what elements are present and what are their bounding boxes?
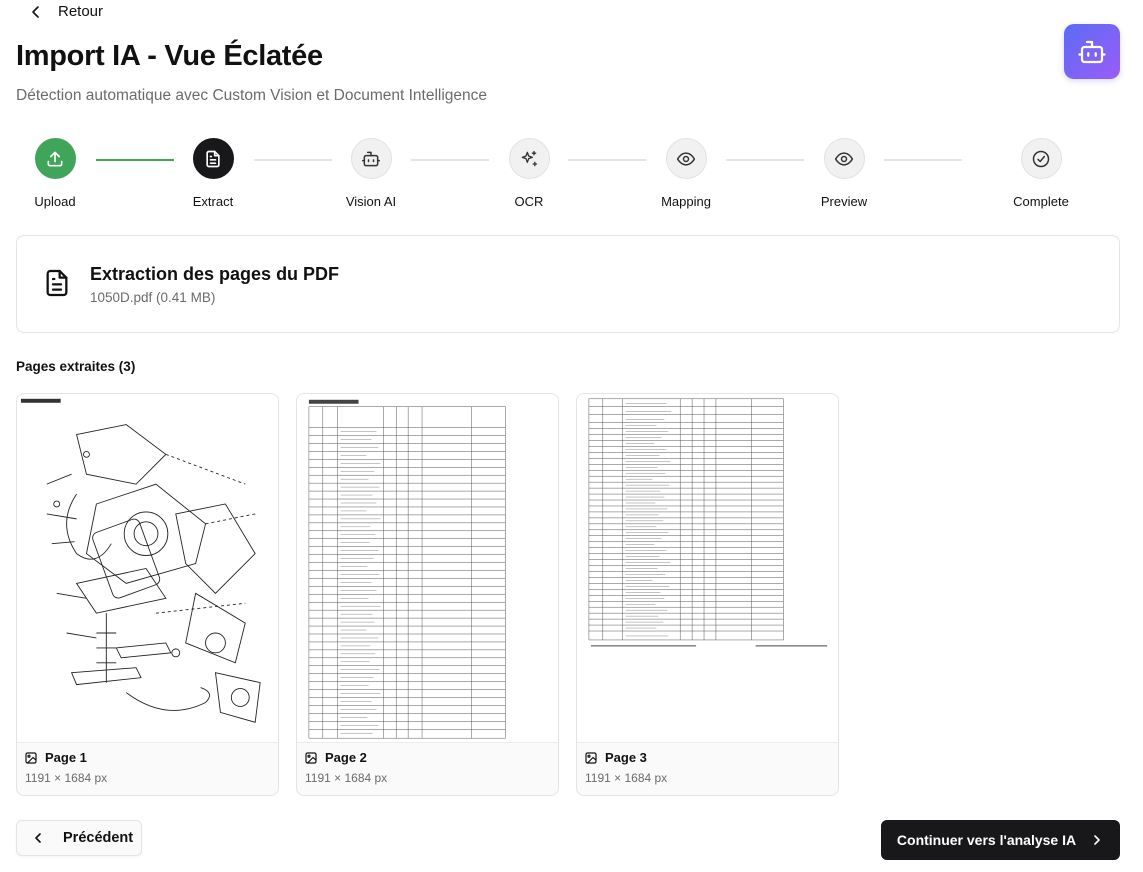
page-card[interactable]: Page 3 1191 × 1684 px <box>576 393 839 796</box>
eye-icon <box>834 151 854 166</box>
page-title: Import IA - Vue Éclatée <box>16 40 323 72</box>
step-circle <box>350 138 392 179</box>
page-name: Page 3 <box>585 750 647 765</box>
step-label: Upload <box>34 194 76 209</box>
previous-label: Précédent <box>63 830 134 846</box>
step-vision-ai[interactable]: Vision AI <box>316 138 426 209</box>
exploded-view-drawing <box>20 398 261 723</box>
chevron-left-icon <box>32 5 39 18</box>
step-upload[interactable]: Upload <box>0 138 110 209</box>
check-circle-icon <box>1032 150 1050 167</box>
step-label: Complete <box>1013 194 1069 209</box>
extraction-file: 1050D.pdf (0.41 MB) <box>90 290 216 305</box>
bot-icon <box>1078 40 1106 63</box>
page-label: Page 3 <box>605 750 647 765</box>
progress-stepper: Upload Extract Vision AI OCR Mapping Pre… <box>0 138 1143 209</box>
back-link[interactable]: Retour <box>28 3 103 20</box>
page-label: Page 1 <box>45 750 87 765</box>
step-label: Vision AI <box>345 194 397 209</box>
page-dimensions: 1191 × 1684 px <box>585 771 668 785</box>
page-dimensions: 1191 × 1684 px <box>25 771 108 785</box>
page-label: Page 2 <box>325 750 367 765</box>
assistant-button[interactable] <box>1064 24 1120 79</box>
step-preview[interactable]: Preview <box>789 138 899 209</box>
pages-section-title: Pages extraites (3) <box>16 359 136 374</box>
page-name: Page 2 <box>305 750 367 765</box>
chevron-right-icon <box>1094 835 1100 845</box>
page-subtitle: Détection automatique avec Custom Vision… <box>16 87 488 104</box>
eye-icon <box>676 151 696 166</box>
page-card[interactable]: Page 1 1191 × 1684 px <box>16 393 279 796</box>
step-ocr[interactable]: OCR <box>474 138 584 209</box>
page-card[interactable]: Page 2 1191 × 1684 px <box>296 393 559 796</box>
file-text-icon <box>46 269 68 297</box>
continue-button[interactable]: Continuer vers l'analyse IA <box>881 820 1120 860</box>
extraction-card: Extraction des pages du PDF 1050D.pdf (0… <box>16 235 1120 333</box>
step-label: Mapping <box>661 194 711 209</box>
step-complete[interactable]: Complete <box>986 138 1096 209</box>
back-label: Retour <box>58 3 104 20</box>
file-text-icon <box>206 150 220 167</box>
step-mapping[interactable]: Mapping <box>631 138 741 209</box>
page-name: Page 1 <box>25 750 87 765</box>
extraction-title: Extraction des pages du PDF <box>90 264 340 284</box>
step-circle <box>665 138 707 179</box>
step-circle <box>34 138 76 179</box>
step-circle <box>823 138 865 179</box>
sparkles-icon <box>521 150 538 166</box>
step-circle <box>1020 138 1062 179</box>
image-icon <box>585 751 597 764</box>
chevron-left-icon <box>35 833 41 843</box>
parts-table-drawing <box>308 399 506 739</box>
image-icon <box>25 751 37 764</box>
bot-icon <box>361 151 381 166</box>
page-thumbnail <box>17 394 278 743</box>
continue-label: Continuer vers l'analyse IA <box>896 832 1077 848</box>
upload-icon <box>47 151 63 166</box>
step-extract[interactable]: Extract <box>158 138 268 209</box>
parts-table-drawing <box>588 398 828 647</box>
previous-button[interactable]: Précédent <box>16 820 142 856</box>
step-circle <box>508 138 550 179</box>
step-label: Preview <box>820 194 868 209</box>
step-circle <box>192 138 234 179</box>
step-label: OCR <box>514 194 544 209</box>
page-dimensions: 1191 × 1684 px <box>305 771 388 785</box>
page-thumbnail <box>297 394 558 743</box>
page-thumbnail <box>577 394 838 743</box>
image-icon <box>305 751 317 764</box>
step-label: Extract <box>192 194 234 209</box>
